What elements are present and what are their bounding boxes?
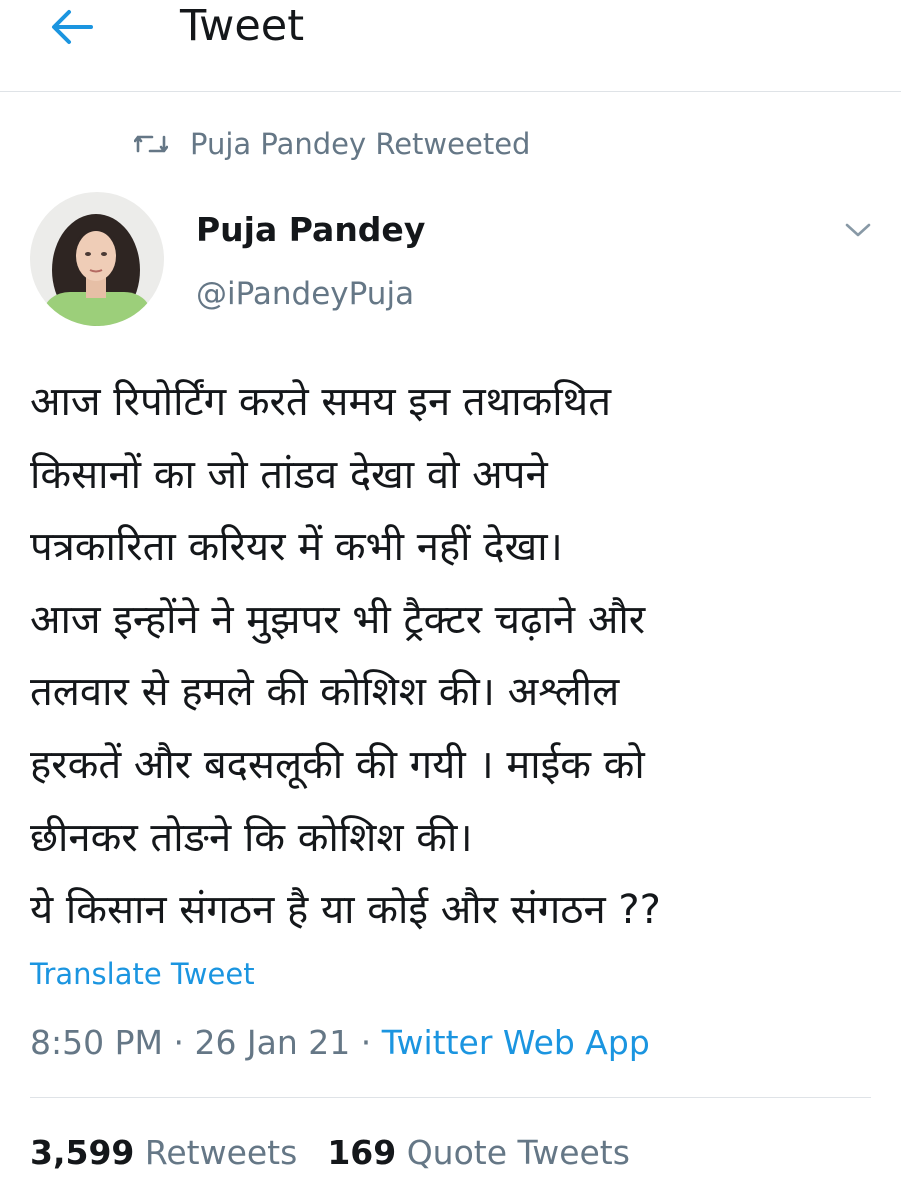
tweet-line: पत्रकारिता करियर में कभी नहीं देखा। xyxy=(30,524,563,571)
tweet-stats: 3,599 Retweets 169 Quote Tweets xyxy=(30,1130,630,1176)
meta-separator: · xyxy=(350,1023,382,1062)
tweet-source-link[interactable]: Twitter Web App xyxy=(382,1023,650,1062)
quote-tweets-label: Quote Tweets xyxy=(406,1133,630,1172)
top-bar: Tweet xyxy=(0,0,901,92)
tweet-line: आज इन्होंने ने मुझपर भी ट्रैक्टर चढ़ाने … xyxy=(30,596,646,643)
retweet-context: Puja Pandey Retweeted xyxy=(134,122,530,166)
quote-tweets-count: 169 xyxy=(327,1133,397,1172)
retweets-stat[interactable]: 3,599 Retweets xyxy=(30,1130,297,1176)
page-title: Tweet xyxy=(180,1,305,51)
retweets-count: 3,599 xyxy=(30,1133,135,1172)
tweet-line: ये किसान संगठन है या कोई और संगठन ?? xyxy=(30,887,661,934)
tweet-date[interactable]: 26 Jan 21 xyxy=(194,1023,350,1062)
meta-separator: · xyxy=(162,1023,195,1062)
tweet-line: तलवार से हमले की कोशिश की। अश्लील xyxy=(30,669,620,716)
retweets-label: Retweets xyxy=(144,1133,298,1172)
back-arrow-icon xyxy=(52,10,93,44)
back-button[interactable] xyxy=(46,2,96,52)
tweet-options-button[interactable] xyxy=(836,212,880,248)
tweet-line: हरकतें और बदसलूकी की गयी । माईक को xyxy=(30,741,645,788)
retweet-context-label: Puja Pandey Retweeted xyxy=(190,127,531,161)
author-name[interactable]: Puja Pandey xyxy=(196,208,425,252)
tweet-line: आज रिपोर्टिंग करते समय इन तथाकथित xyxy=(30,379,612,425)
tweet-line: छीनकर तोङने कि कोशिश की। xyxy=(30,814,473,861)
retweet-icon xyxy=(134,132,170,156)
tweet-text: आज रिपोर्टिंग करते समय इन तथाकथित किसानो… xyxy=(30,366,880,947)
chevron-down-icon xyxy=(845,223,871,237)
author-handle[interactable]: @iPandeyPuja xyxy=(196,272,414,316)
quote-tweets-stat[interactable]: 169 Quote Tweets xyxy=(327,1130,630,1176)
tweet-time: 8:50 PM xyxy=(30,1023,163,1062)
avatar[interactable] xyxy=(30,192,164,326)
tweet-metadata: 8:50 PM · 26 Jan 21 · Twitter Web App xyxy=(30,1020,650,1066)
divider xyxy=(30,1097,871,1098)
tweet-line: किसानों का जो तांडव देखा वो अपने xyxy=(30,451,548,498)
translate-tweet-link[interactable]: Translate Tweet xyxy=(30,952,255,996)
